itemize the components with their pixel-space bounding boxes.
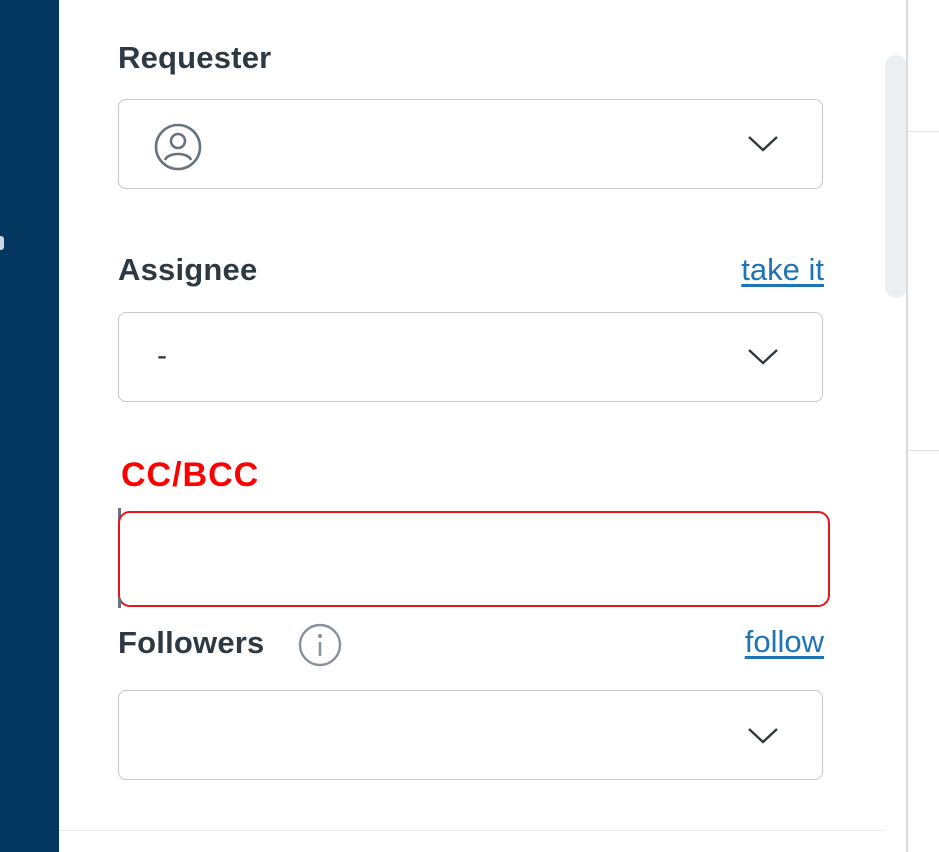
followers-select[interactable] <box>118 690 823 780</box>
info-icon[interactable] <box>298 623 342 667</box>
chevron-down-icon <box>748 728 778 744</box>
take-it-link[interactable]: take it <box>741 252 824 288</box>
cc-field-edge <box>118 598 121 608</box>
followers-label: Followers <box>118 625 265 660</box>
ticket-properties-panel: Requester Assignee take it - CC/BCC Foll… <box>59 0 904 852</box>
nav-active-indicator <box>0 236 4 250</box>
panel-divider <box>59 830 884 831</box>
right-pane-divider <box>908 131 939 132</box>
chevron-down-icon <box>748 136 778 152</box>
cc-bcc-label: CC/BCC <box>121 456 260 494</box>
user-avatar-icon <box>154 123 202 171</box>
panel-right-border <box>906 0 908 852</box>
chevron-down-icon <box>748 349 778 365</box>
cc-bcc-input[interactable] <box>118 511 830 607</box>
ticket-properties-page: Requester Assignee take it - CC/BCC Foll… <box>0 0 939 852</box>
left-navigation-rail <box>0 0 59 852</box>
assignee-select[interactable]: - <box>118 312 823 402</box>
requester-select[interactable] <box>118 99 823 189</box>
assignee-label: Assignee <box>118 252 258 287</box>
follow-link[interactable]: follow <box>745 624 824 660</box>
requester-label: Requester <box>118 40 272 75</box>
assignee-value: - <box>157 339 167 372</box>
right-pane-divider <box>908 450 939 451</box>
vertical-scrollbar-thumb[interactable] <box>885 55 907 298</box>
